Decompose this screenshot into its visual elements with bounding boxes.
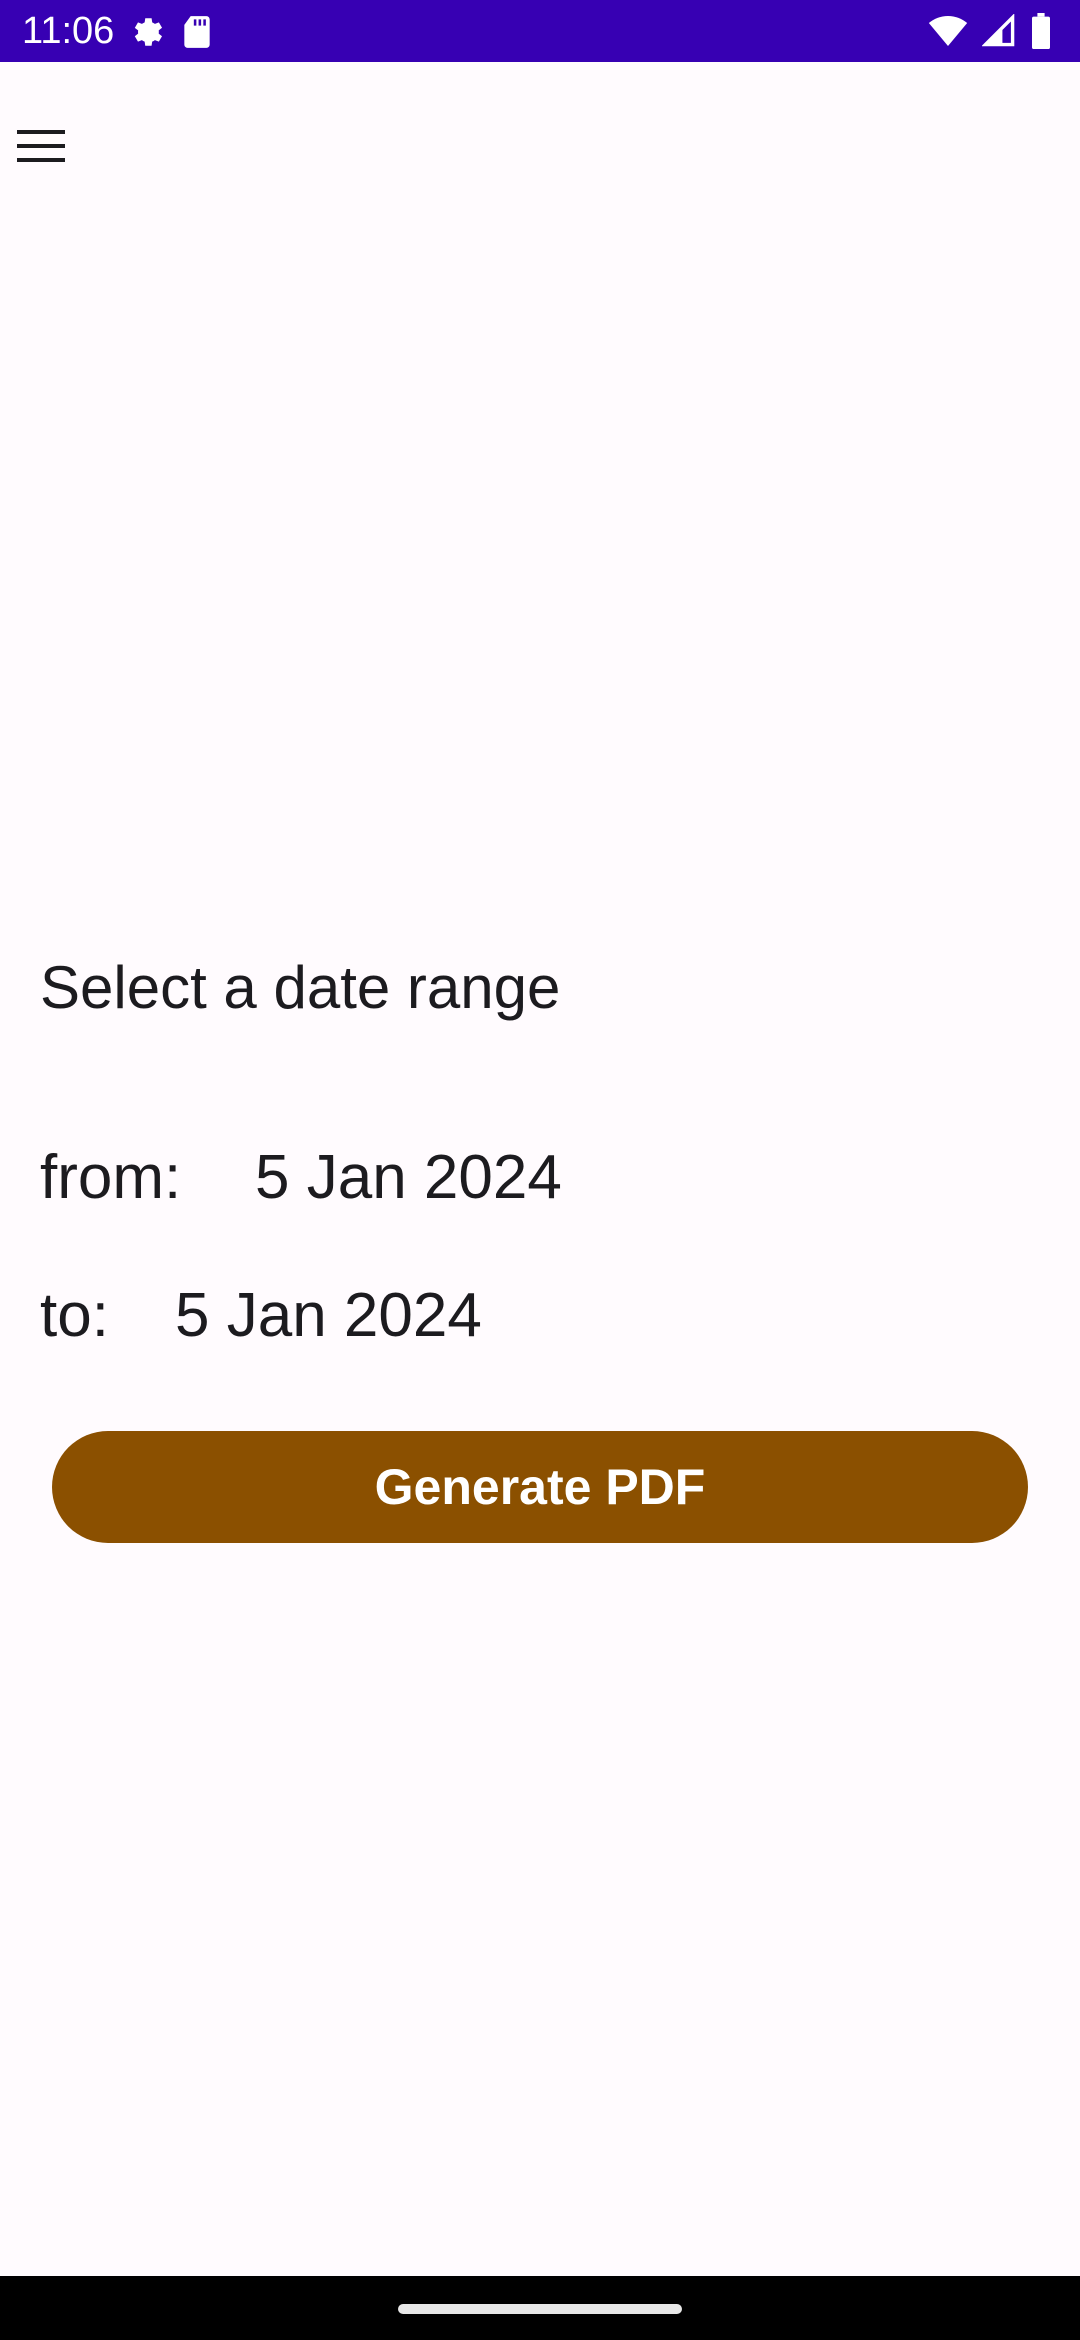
battery-icon <box>1030 13 1052 49</box>
to-label: to: <box>40 1281 109 1350</box>
to-date-row: to: 5 Jan 2024 <box>40 1276 482 1356</box>
gear-icon <box>128 13 166 51</box>
date-range-title: Select a date range <box>40 954 561 1021</box>
status-system-icons <box>928 13 1052 49</box>
status-bar: 11:06 <box>0 0 1080 62</box>
from-label: from: <box>40 1143 182 1212</box>
navigation-bar <box>0 2276 1080 2340</box>
from-date-value[interactable]: 5 Jan 2024 <box>255 1138 562 1218</box>
status-notification-icons <box>128 13 214 51</box>
hamburger-menu-button[interactable] <box>0 104 84 188</box>
wifi-icon <box>928 14 968 48</box>
from-date-row: from: 5 Jan 2024 <box>40 1138 562 1218</box>
hamburger-menu-icon <box>17 129 67 163</box>
signal-icon <box>982 14 1016 48</box>
status-time: 11:06 <box>22 10 115 52</box>
to-date-value[interactable]: 5 Jan 2024 <box>175 1276 482 1356</box>
home-indicator[interactable] <box>398 2304 682 2314</box>
sd-card-icon <box>180 13 214 51</box>
generate-pdf-button[interactable]: Generate PDF <box>52 1431 1028 1543</box>
